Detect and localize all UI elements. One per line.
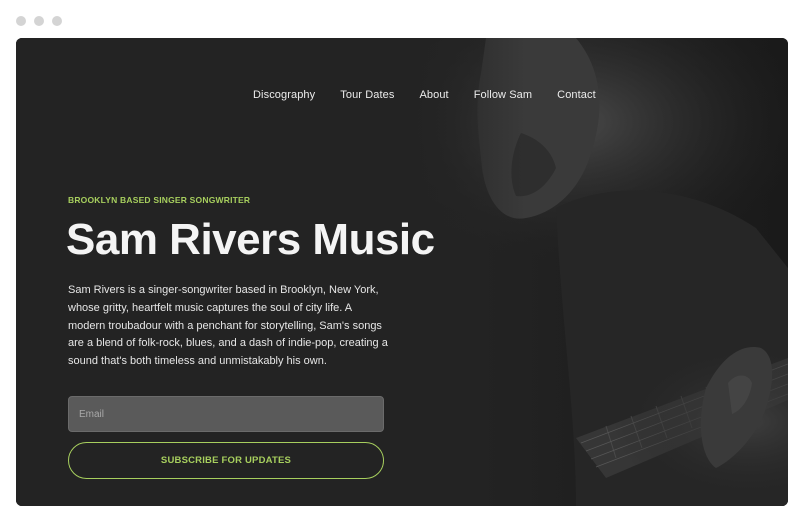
website-frame: Discography Tour Dates About Follow Sam … (16, 38, 788, 506)
guitarist-photo-image (16, 38, 788, 506)
nav-about[interactable]: About (419, 89, 448, 101)
nav-follow-sam[interactable]: Follow Sam (474, 89, 532, 101)
subscribe-button[interactable]: SUBSCRIBE FOR UPDATES (68, 442, 384, 479)
email-input[interactable] (68, 396, 384, 432)
window-minimize-dot[interactable] (34, 16, 44, 26)
hero-title: Sam Rivers Music (66, 215, 435, 264)
main-nav: Discography Tour Dates About Follow Sam … (253, 89, 596, 101)
nav-discography[interactable]: Discography (253, 89, 315, 101)
hero-photo (16, 38, 788, 506)
window-controls (16, 16, 62, 26)
nav-contact[interactable]: Contact (557, 89, 596, 101)
nav-tour-dates[interactable]: Tour Dates (340, 89, 394, 101)
hero-eyebrow: BROOKLYN BASED SINGER SONGWRITER (68, 195, 251, 205)
window-close-dot[interactable] (16, 16, 26, 26)
hero-bio: Sam Rivers is a singer-songwriter based … (68, 284, 388, 368)
window-maximize-dot[interactable] (52, 16, 62, 26)
